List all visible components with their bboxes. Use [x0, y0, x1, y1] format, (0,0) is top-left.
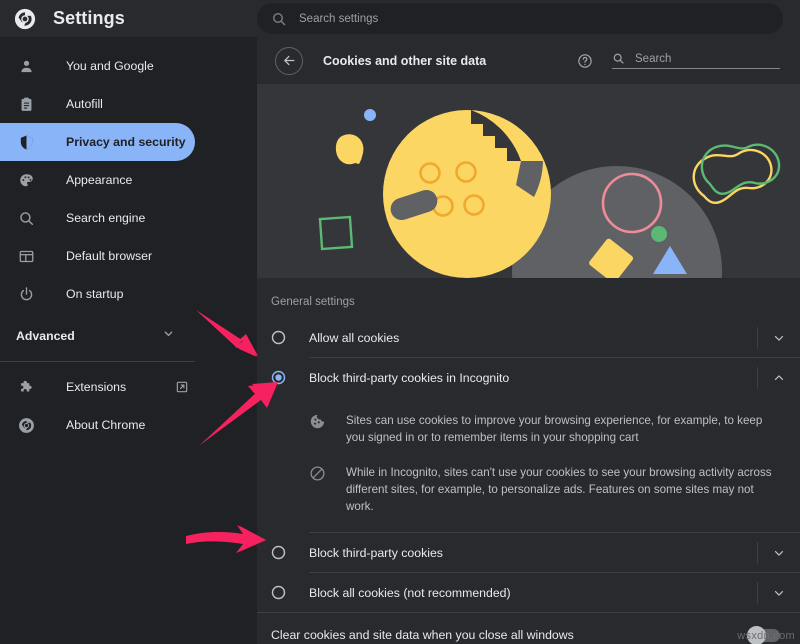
sidebar-item-about-chrome[interactable]: About Chrome	[0, 406, 195, 444]
radio-selected[interactable]	[271, 370, 286, 385]
toggle-label: Clear cookies and site data when you clo…	[271, 628, 749, 642]
sidebar-item-label: Extensions	[66, 380, 126, 394]
page-search-placeholder: Search	[635, 53, 671, 65]
cookie-illustration-svg	[257, 84, 800, 278]
chrome-logo-icon	[17, 416, 35, 434]
detail-text: While in Incognito, sites can't use your…	[346, 464, 780, 515]
block-icon	[309, 465, 326, 482]
person-icon	[17, 57, 35, 75]
help-circle-icon[interactable]	[577, 53, 593, 69]
chevron-down-icon[interactable]	[758, 331, 800, 345]
clipboard-icon	[17, 95, 35, 113]
search-icon	[17, 209, 35, 227]
detail-row: Sites can use cookies to improve your br…	[257, 403, 780, 455]
cookie-illustration-banner	[257, 84, 800, 278]
sidebar-item-label: Autofill	[66, 97, 103, 111]
watermark: wsxdn.com	[737, 630, 795, 642]
sidebar-item-privacy-and-security[interactable]: Privacy and security	[0, 123, 195, 161]
chrome-logo-icon	[14, 8, 36, 30]
sidebar-advanced-label: Advanced	[16, 329, 162, 343]
search-settings-placeholder: Search settings	[299, 13, 378, 25]
search-icon	[271, 11, 287, 27]
back-button[interactable]	[275, 47, 303, 75]
sidebar-item-autofill[interactable]: Autofill	[0, 85, 195, 123]
sidebar-divider	[0, 361, 195, 362]
main-panel: Cookies and other site data Search	[257, 37, 800, 644]
radio-unselected[interactable]	[271, 585, 286, 600]
search-settings-input[interactable]: Search settings	[257, 3, 783, 34]
sidebar-item-label: On startup	[66, 287, 123, 301]
sidebar: You and Google Autofill	[0, 37, 257, 644]
external-link-icon[interactable]	[175, 380, 189, 394]
palette-icon	[17, 171, 35, 189]
chevron-down-icon	[162, 327, 175, 345]
option-allow-all-cookies[interactable]: Allow all cookies	[257, 318, 800, 357]
body-split: You and Google Autofill	[0, 37, 800, 644]
option-block-all-cookies[interactable]: Block all cookies (not recommended)	[257, 573, 800, 612]
option-label: Block all cookies (not recommended)	[309, 586, 757, 600]
general-settings-card: General settings Allow all cookies	[257, 278, 800, 644]
sidebar-item-label: Default browser	[66, 249, 152, 263]
sidebar-item-label: About Chrome	[66, 418, 145, 432]
sidebar-item-label: Search engine	[66, 211, 145, 225]
browser-window-icon	[17, 247, 35, 265]
option-block-third-party-cookies[interactable]: Block third-party cookies	[257, 533, 800, 572]
sidebar-item-label: Appearance	[66, 173, 132, 187]
page-search-input[interactable]: Search	[612, 52, 780, 69]
power-icon	[17, 285, 35, 303]
sidebar-item-default-browser[interactable]: Default browser	[0, 237, 195, 275]
option-label: Block third-party cookies	[309, 546, 757, 560]
shield-icon	[17, 133, 35, 151]
sidebar-item-you-and-google[interactable]: You and Google	[0, 47, 195, 85]
sidebar-item-label: Privacy and security	[66, 135, 186, 149]
puzzle-icon	[17, 378, 35, 396]
detail-row: While in Incognito, sites can't use your…	[257, 455, 780, 524]
sidebar-item-extensions[interactable]: Extensions	[0, 368, 195, 406]
radio-unselected[interactable]	[271, 330, 286, 345]
chevron-down-icon[interactable]	[758, 586, 800, 600]
app-title: Settings	[53, 8, 125, 29]
settings-window: Settings Search settings You and Google	[0, 0, 800, 644]
brand-area: Settings	[0, 8, 257, 30]
top-bar: Settings Search settings	[0, 0, 800, 37]
chevron-down-icon[interactable]	[758, 546, 800, 560]
sidebar-item-search-engine[interactable]: Search engine	[0, 199, 195, 237]
sidebar-item-on-startup[interactable]: On startup	[0, 275, 195, 313]
sidebar-advanced-toggle[interactable]: Advanced	[0, 317, 195, 355]
chevron-up-icon[interactable]	[758, 371, 800, 385]
radio-unselected[interactable]	[271, 545, 286, 560]
sidebar-item-label: You and Google	[66, 59, 154, 73]
search-icon	[612, 52, 625, 65]
option-block-third-party-cookies-in-incognito[interactable]: Block third-party cookies in Incognito	[257, 358, 800, 397]
option-expanded-details: Sites can use cookies to improve your br…	[257, 397, 800, 532]
page-title: Cookies and other site data	[323, 54, 577, 68]
detail-text: Sites can use cookies to improve your br…	[346, 412, 780, 446]
page-header: Cookies and other site data Search	[257, 37, 800, 84]
option-label: Allow all cookies	[309, 331, 757, 345]
option-label: Block third-party cookies in Incognito	[309, 371, 757, 385]
settings-scroll-area[interactable]: General settings Allow all cookies	[257, 84, 800, 644]
section-label-general-settings: General settings	[257, 278, 800, 318]
sidebar-item-appearance[interactable]: Appearance	[0, 161, 195, 199]
row-clear-cookies-on-close[interactable]: Clear cookies and site data when you clo…	[257, 613, 800, 644]
cookie-icon	[309, 413, 326, 430]
